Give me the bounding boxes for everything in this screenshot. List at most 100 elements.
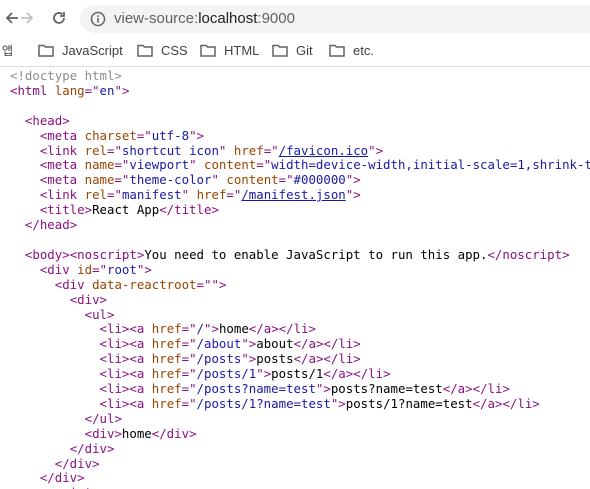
source-tag: " [368,142,376,158]
source-tag: " [114,82,122,98]
source-tag: > [375,142,384,158]
source-tag: <div [84,425,115,441]
source-value: viewport [129,157,190,173]
source-tag: <head [24,112,63,128]
source-tag: <meta [39,172,78,188]
source-attr: data-reactroot [92,276,197,292]
info-icon[interactable] [90,11,106,27]
source-attr: href [151,381,182,397]
bookmark-label: etc. [353,42,374,58]
source-tag: > [211,202,219,218]
source-tag: =" [107,187,122,203]
source-tag: =" [107,142,122,158]
source-tag: > [562,246,570,262]
source-attr: charset [84,127,137,143]
source-tag: > [99,291,107,307]
source-tag: =" [84,82,100,98]
source-tag: " [189,157,197,173]
source-tag: </noscript [487,246,563,262]
source-tag: > [353,187,361,203]
source-tag: </div [151,425,190,441]
bookmark-label: CSS [161,42,188,58]
source-tag: <a [129,366,145,382]
source-tag: <li [99,351,122,367]
source-tag: </title [159,202,212,218]
source-tag: <li [99,336,122,352]
apps-shortcut[interactable]: 앱 [2,40,13,60]
source-tag: =" [114,157,130,173]
source-tag: > [263,366,272,382]
source-tag: " [181,187,190,203]
source-tag: " [218,142,227,158]
source-tag: </div [54,455,93,471]
bookmark-folder-git[interactable]: Git [272,40,313,60]
source-tag: </li [323,351,354,367]
source-line: <link rel="manifest" href="/manifest.jso… [10,187,361,202]
source-line: <body><noscript>You need to enable JavaS… [24,246,570,262]
source-value: utf-8 [151,127,190,143]
source-line: <li><a href="/posts">posts</a></li> [99,351,361,367]
source-tag: > [121,82,130,98]
url-text[interactable]: view-source:localhost:9000 [114,10,295,27]
bookmark-folder-html[interactable]: HTML [200,40,259,60]
bookmark-folder-javascript[interactable]: JavaScript [38,40,123,60]
source-tag: <li [99,395,122,411]
source-tag: <a [129,336,145,352]
source-tag: <a [129,321,145,337]
folder-icon [38,44,54,57]
reload-button[interactable] [49,8,69,28]
source-tag: > [353,351,361,367]
source-attr: href [151,395,182,411]
source-value: /posts?name=test [196,381,316,397]
source-tag: > [248,351,257,367]
source-tag: " [211,276,219,292]
source-tag: " [241,336,249,352]
source-tag: <div [69,291,100,307]
bookmark-folder-etc[interactable]: etc. [329,40,374,60]
source-tag: </a [323,366,346,382]
source-tag: </a [248,321,272,337]
source-value: root [107,261,137,277]
url-scheme: view-source: [114,10,199,27]
address-bar[interactable]: view-source:localhost:9000 [80,5,590,33]
source-tag: <ul [84,306,107,322]
source-attr: href [151,351,182,367]
source-value: theme-color [129,172,212,188]
source-tag: > [107,440,115,456]
source-tag: > [196,127,205,143]
source-tag: <title [39,202,85,218]
source-code: <!doctype html> <html lang="en"> <head> … [0,69,590,489]
source-tag: > [532,395,540,411]
source-tag: =" [196,276,212,292]
source-value: / [196,321,205,337]
source-value: #000000 [293,172,346,188]
source-tag: <noscript [69,246,137,262]
folder-icon [137,44,153,57]
folder-icon [272,44,288,57]
source-attr: name [84,157,115,173]
source-tag: =" [181,321,197,337]
source-tag: </a [293,336,316,352]
source-line: <script> [10,485,100,489]
source-tag: <script [40,485,92,489]
source-tag: </div [69,440,107,456]
source-tag: =" [278,172,294,188]
source-line: <li><a href="/posts/1?name=test">posts/1… [99,395,540,411]
source-link[interactable]: /manifest.json [241,187,345,202]
source-line: <meta charset="utf-8"> [10,128,204,143]
source-tag: > [248,336,257,352]
source-line: <div> [10,292,107,307]
source-link[interactable]: /favicon.ico [279,143,369,158]
bookmarks-bar: 앱 JavaScript CSS HTML Git etc. [0,36,590,64]
source-attr: rel [84,187,108,203]
source-tag: </a [293,351,316,367]
bookmark-label: HTML [224,42,260,58]
source-tag: > [62,246,70,262]
source-tag: > [107,306,115,322]
bookmark-folder-css[interactable]: CSS [137,40,188,60]
source-tag: </li [502,395,533,411]
source-tag: </div [39,470,78,486]
source-line: <!doctype html> [10,69,122,83]
source-tag: <div [39,261,70,277]
forward-button[interactable] [17,8,37,28]
